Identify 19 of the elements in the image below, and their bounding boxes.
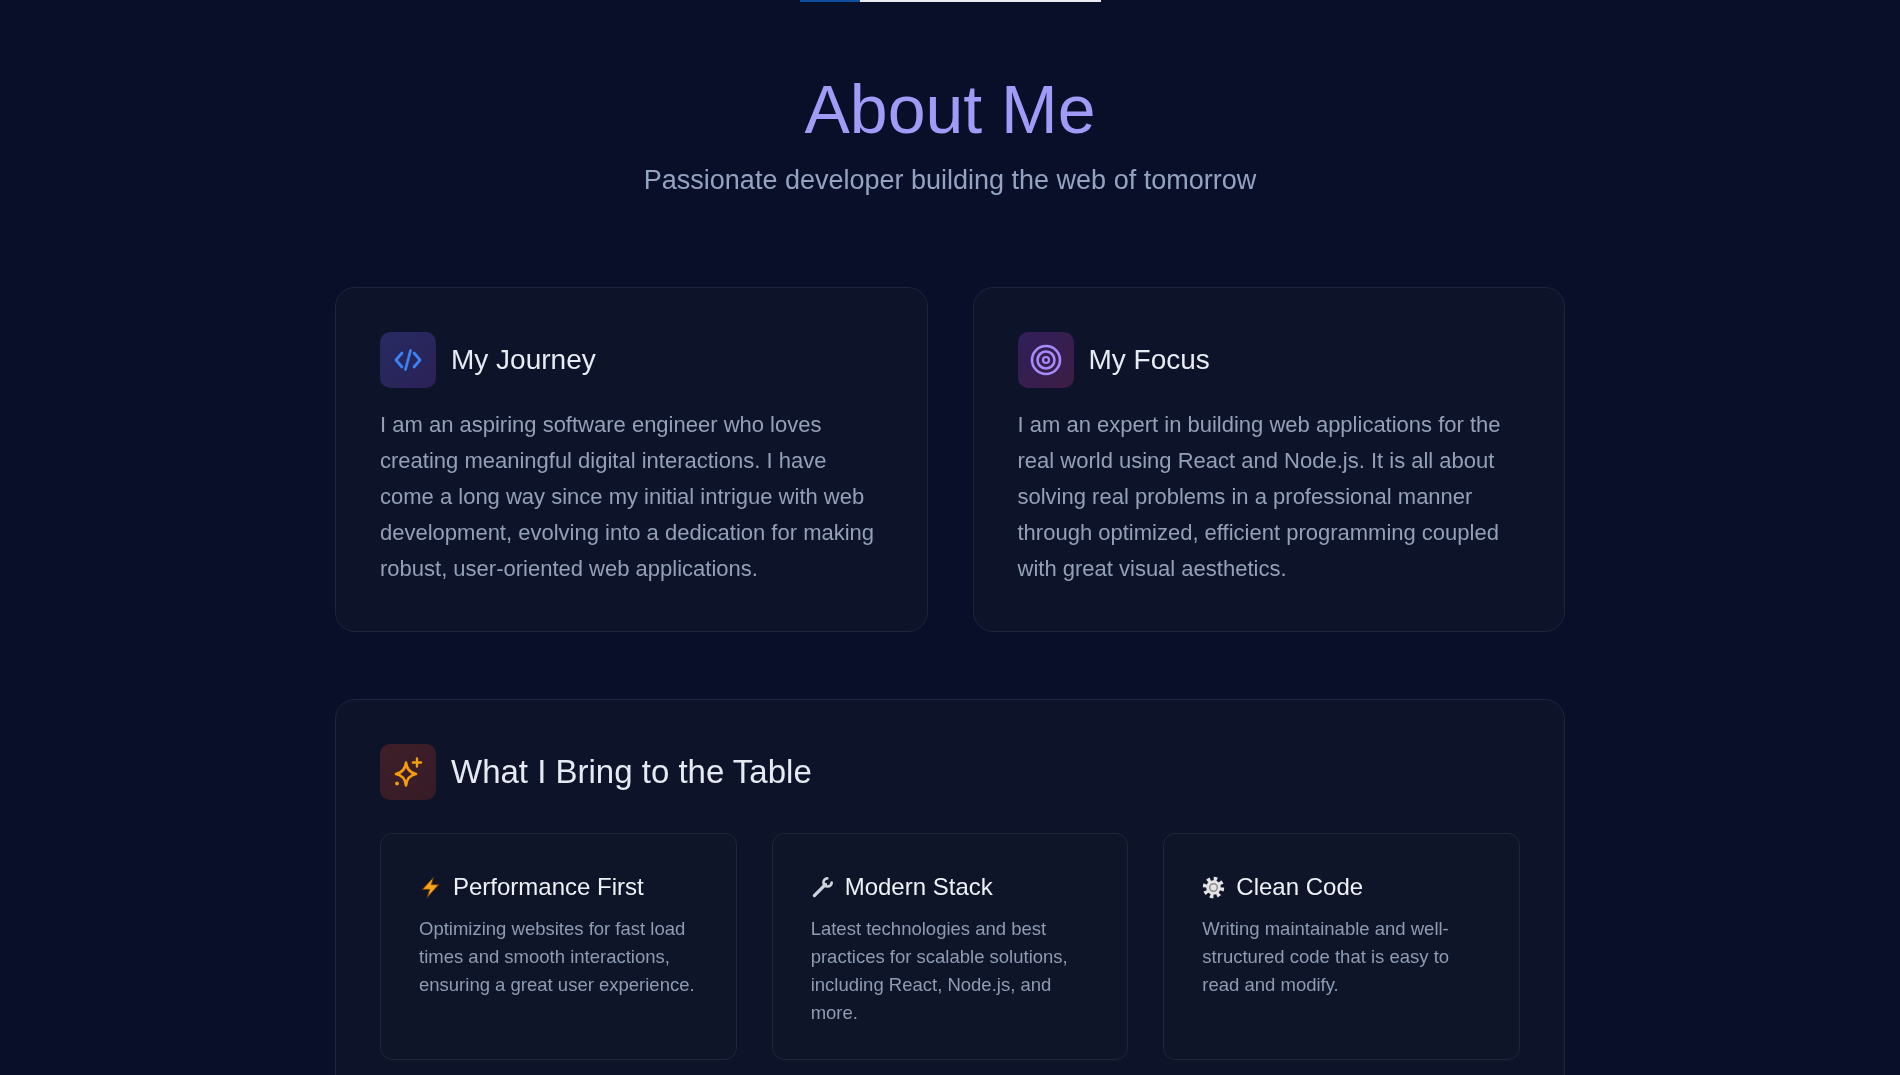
code-icon xyxy=(380,332,436,388)
feature-title: Clean Code xyxy=(1236,872,1364,902)
card-title: My Journey xyxy=(451,344,596,376)
section-title: About Me xyxy=(803,70,1097,148)
feature-text: Optimizing websites for fast load times and smooth interactions, ensuring a great user experience. xyxy=(419,917,696,997)
sparkle-icon xyxy=(380,744,436,800)
section-subtitle: Passionate developer building the web of tomorrow xyxy=(642,164,1258,197)
card-title: My Focus xyxy=(1088,344,1210,376)
target-icon xyxy=(1017,332,1074,388)
feature-text: Latest technologies and best practices for scalable solutions, including React, Node.js, and more. xyxy=(810,917,1069,1025)
feature-title: Performance First xyxy=(453,872,644,902)
gear-icon xyxy=(1202,875,1226,899)
wrench-icon xyxy=(810,875,834,899)
card-text: I am an expert in building web applications for the real world using React and Node.js. It is all about solving real problems in a professional manner through optimized, efficient programming coupled with great visual aesthetics. xyxy=(1017,411,1502,583)
panel-title: What I Bring to the Table xyxy=(451,753,812,791)
lightning-icon xyxy=(419,875,442,899)
feature-text: Writing maintainable and well-structured code that is easy to read and modify. xyxy=(1202,917,1451,997)
card-text: I am an aspiring software engineer who loves creating meaningful digital interactions. I have come a long way since my initial intrigue with web development, evolving into a dedication for making robust, user-oriented web applications. xyxy=(380,411,876,583)
feature-title: Modern Stack xyxy=(844,872,993,902)
